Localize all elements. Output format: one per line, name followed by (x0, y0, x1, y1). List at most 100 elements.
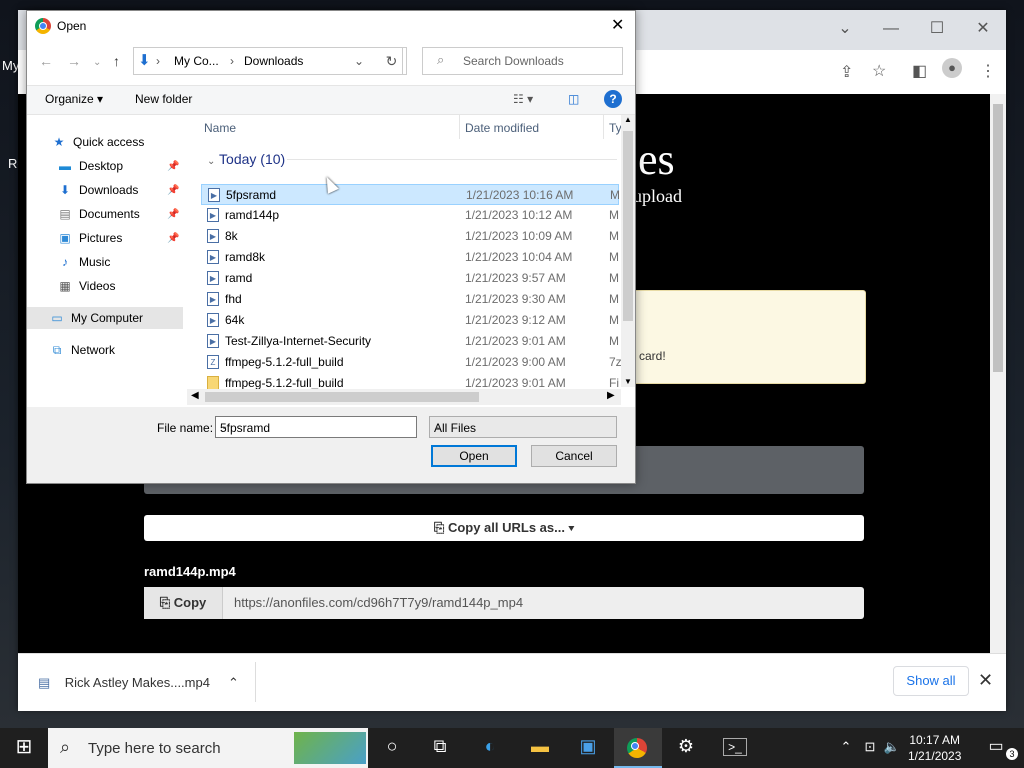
file-type-select[interactable]: All Files ⌄ (429, 416, 617, 438)
show-all-button[interactable]: Show all (893, 666, 969, 696)
page-scrollbar[interactable] (990, 94, 1006, 654)
organize-label: Organize (45, 92, 94, 106)
search-input[interactable]: ⌕ Search Downloads (422, 47, 623, 75)
file-row[interactable]: ▶ 5fpsramd 1/21/2023 10:16 AM M (201, 184, 620, 205)
copy-all-urls-button[interactable]: ⎘ Copy all URLs as... ▾ (144, 515, 864, 541)
nav-videos[interactable]: ▦ Videos (57, 275, 115, 297)
file-list-horizontal-scrollbar[interactable]: ◀ ▶ (187, 389, 621, 405)
chevron-down-icon[interactable]: ⌄ (354, 54, 364, 68)
file-date: 1/21/2023 9:00 AM (465, 355, 566, 369)
help-icon[interactable]: ? (604, 90, 622, 108)
nav-quick-access[interactable]: ★ Quick access (51, 131, 145, 153)
close-icon[interactable]: ✕ (611, 15, 624, 35)
nav-network[interactable]: ⧉ Network (49, 339, 115, 361)
back-arrow-icon[interactable]: ← (39, 53, 53, 69)
column-divider[interactable] (603, 115, 604, 139)
file-row[interactable]: ▶ ramd8k 1/21/2023 10:04 AM M (201, 247, 619, 268)
nav-pictures[interactable]: ▣ Pictures (57, 227, 122, 249)
nav-desktop[interactable]: ▬ Desktop (57, 155, 123, 177)
close-icon[interactable]: ✕ (978, 670, 993, 691)
chevron-up-icon[interactable]: ⌃ (228, 675, 239, 690)
preview-pane-icon[interactable]: ◫ (568, 92, 579, 106)
maximize-button[interactable]: ☐ (914, 16, 960, 42)
side-panel-icon[interactable]: ◧ (912, 61, 927, 81)
file-row[interactable]: ▶ ramd144p 1/21/2023 10:12 AM M (201, 205, 619, 226)
file-url-field[interactable]: https://anonfiles.com/cd96h7T7y9/ramd144… (234, 587, 523, 619)
taskbar-search-box[interactable]: ⌕ Type here to search (48, 728, 368, 768)
address-breadcrumb[interactable]: ⬇ › My Co... › Downloads ⌄ (133, 47, 403, 75)
file-row[interactable]: ▶ Test-Zillya-Internet-Security 1/21/2023 … (201, 331, 619, 352)
terminal-icon[interactable]: >_ (723, 738, 747, 756)
media-file-icon: ▶ (207, 250, 219, 264)
new-folder-button[interactable]: New folder (135, 92, 192, 106)
scroll-left-icon[interactable]: ◀ (191, 390, 199, 401)
file-name-input[interactable]: 5fpsramd ⌄ (215, 416, 417, 438)
organize-button[interactable]: Organize ▾ (45, 92, 103, 106)
minimize-button[interactable]: — (868, 16, 914, 42)
file-row[interactable]: Zffmpeg-5.1.2-full_build 1/21/2023 9:00 A… (201, 352, 622, 373)
system-clock[interactable]: 10:17 AM 1/21/2023 (908, 732, 961, 764)
pin-icon[interactable]: 📌 (167, 185, 179, 196)
refresh-button[interactable]: ↻ (377, 47, 407, 75)
nav-documents[interactable]: ▤ Documents (57, 203, 139, 225)
tab-search-icon[interactable]: ⌄ (822, 16, 868, 42)
recent-locations-icon[interactable]: ⌄ (93, 57, 101, 68)
close-window-button[interactable]: ✕ (960, 16, 1006, 42)
edge-icon[interactable]: ◐ (472, 736, 508, 757)
file-list-vertical-scrollbar[interactable]: ▲ ▼ (621, 115, 635, 387)
page-scroll-thumb[interactable] (993, 104, 1003, 372)
chrome-taskbar-button[interactable] (614, 728, 662, 768)
settings-gear-icon[interactable]: ⚙ (668, 736, 704, 757)
file-name: Test-Zillya-Internet-Security (225, 334, 372, 348)
desktop-icon-label: My (2, 58, 20, 73)
share-icon[interactable]: ⇪ (840, 62, 853, 82)
group-header[interactable]: ⌄ Today (10) (207, 151, 285, 167)
file-type: M (609, 229, 619, 243)
scroll-thumb[interactable] (205, 392, 479, 402)
breadcrumb-downloads[interactable]: Downloads (244, 54, 303, 68)
pin-icon[interactable]: 📌 (167, 161, 179, 172)
scroll-right-icon[interactable]: ▶ (607, 390, 615, 401)
scroll-down-icon[interactable]: ▼ (624, 377, 632, 386)
file-name-label: File name: (157, 421, 214, 435)
cancel-button[interactable]: Cancel (531, 445, 617, 467)
view-options-icon[interactable]: ☷ ▾ (513, 92, 533, 106)
download-item[interactable]: ▤ Rick Astley Makes....mp4 ⌃ (38, 670, 239, 696)
column-header-date[interactable]: Date modified (465, 121, 539, 135)
store-icon[interactable]: ▣ (570, 736, 606, 757)
file-row[interactable]: ▶ ramd 1/21/2023 9:57 AM M (201, 268, 619, 289)
scroll-up-icon[interactable]: ▲ (624, 115, 632, 124)
file-explorer-icon[interactable]: ▬ (522, 736, 558, 757)
nav-music[interactable]: ♪ Music (57, 251, 110, 273)
profile-avatar[interactable]: ● (942, 58, 962, 78)
file-row[interactable]: ▶ 8k 1/21/2023 10:09 AM M (201, 226, 619, 247)
pin-icon[interactable]: 📌 (167, 209, 179, 220)
nav-label: Downloads (79, 183, 139, 197)
chevron-down-icon[interactable]: ⌄ (220, 421, 412, 432)
site-title: es (638, 135, 675, 184)
cortana-icon[interactable]: ○ (374, 736, 410, 757)
copy-url-button[interactable]: ⎘ Copy (144, 587, 223, 619)
open-button[interactable]: Open (431, 445, 517, 467)
file-row[interactable]: ▶ fhd 1/21/2023 9:30 AM M (201, 289, 619, 310)
column-header-name[interactable]: Name (204, 121, 236, 135)
column-divider[interactable] (459, 115, 460, 139)
scroll-thumb[interactable] (623, 131, 633, 321)
task-view-icon[interactable]: ⧉ (422, 736, 458, 757)
pin-icon[interactable]: 📌 (167, 233, 179, 244)
forward-arrow-icon[interactable]: → (67, 53, 81, 69)
up-arrow-icon[interactable]: ↑ (113, 53, 120, 69)
menu-kebab-icon[interactable]: ⋮ (980, 61, 996, 81)
file-row[interactable]: ▶ 64k 1/21/2023 9:12 AM M (201, 310, 619, 331)
breadcrumb-my-computer[interactable]: My Co... (174, 54, 219, 68)
file-list: Name Date modified Ty ⌄ Today (10) ▶ 5fps… (187, 115, 633, 403)
navigation-pane: ★ Quick access ▬ Desktop ⬇ Downloads ▤ Docum… (27, 115, 185, 405)
bookmark-star-icon[interactable]: ☆ (872, 61, 886, 81)
dialog-title: Open (57, 19, 87, 33)
volume-icon[interactable]: 🔈 (874, 739, 910, 755)
file-name: ffmpeg-5.1.2-full_build (225, 355, 344, 369)
nav-my-computer[interactable]: ▭ My Computer (49, 307, 143, 329)
nav-downloads[interactable]: ⬇ Downloads (57, 179, 138, 201)
windows-start-icon[interactable]: ⊞ (6, 734, 42, 759)
column-header-type[interactable]: Ty (609, 121, 622, 135)
